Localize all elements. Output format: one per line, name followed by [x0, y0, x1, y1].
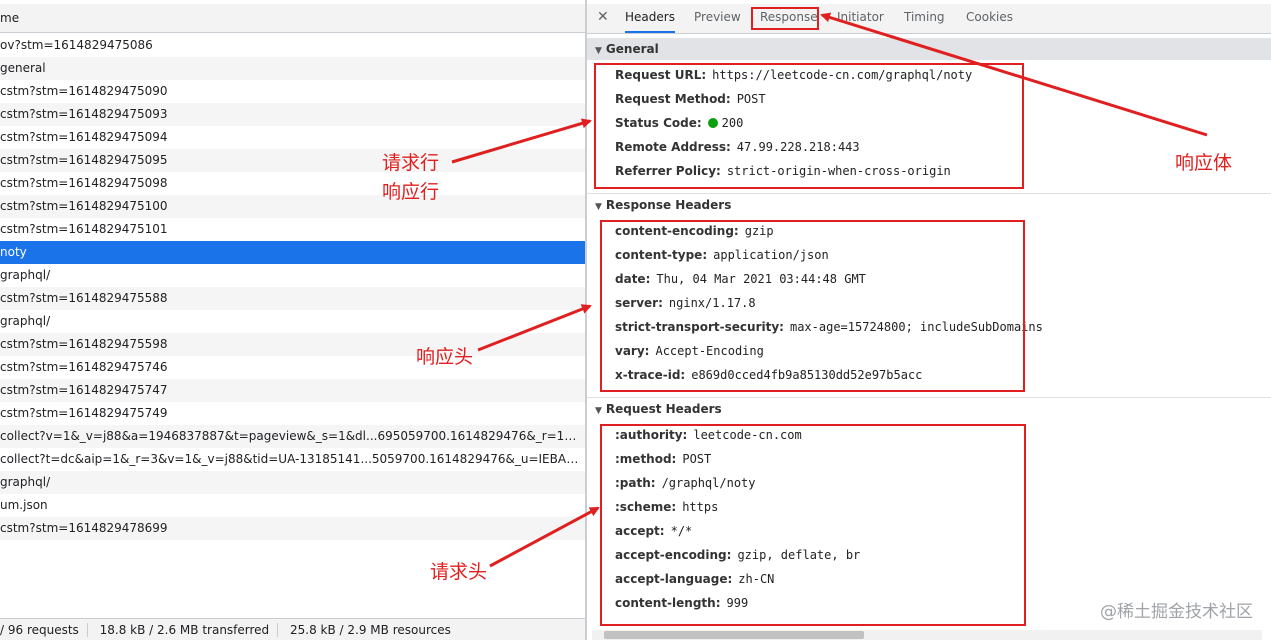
annotation-response-body: 响应体	[1175, 152, 1233, 174]
arrow-to-request-headers	[489, 506, 600, 568]
arrow-to-response-tab	[820, 12, 1208, 137]
annotation-response-header: 响应头	[416, 346, 474, 368]
watermark: @稀土掘金技术社区	[1100, 602, 1253, 622]
arrow-to-response-headers	[477, 304, 592, 352]
annotation-response-line: 响应行	[382, 181, 440, 203]
annotation-arrows	[451, 12, 1208, 568]
arrow-to-general	[451, 118, 592, 164]
annotation-request-line: 请求行	[382, 152, 440, 174]
annotation-request-header: 请求头	[430, 561, 488, 583]
